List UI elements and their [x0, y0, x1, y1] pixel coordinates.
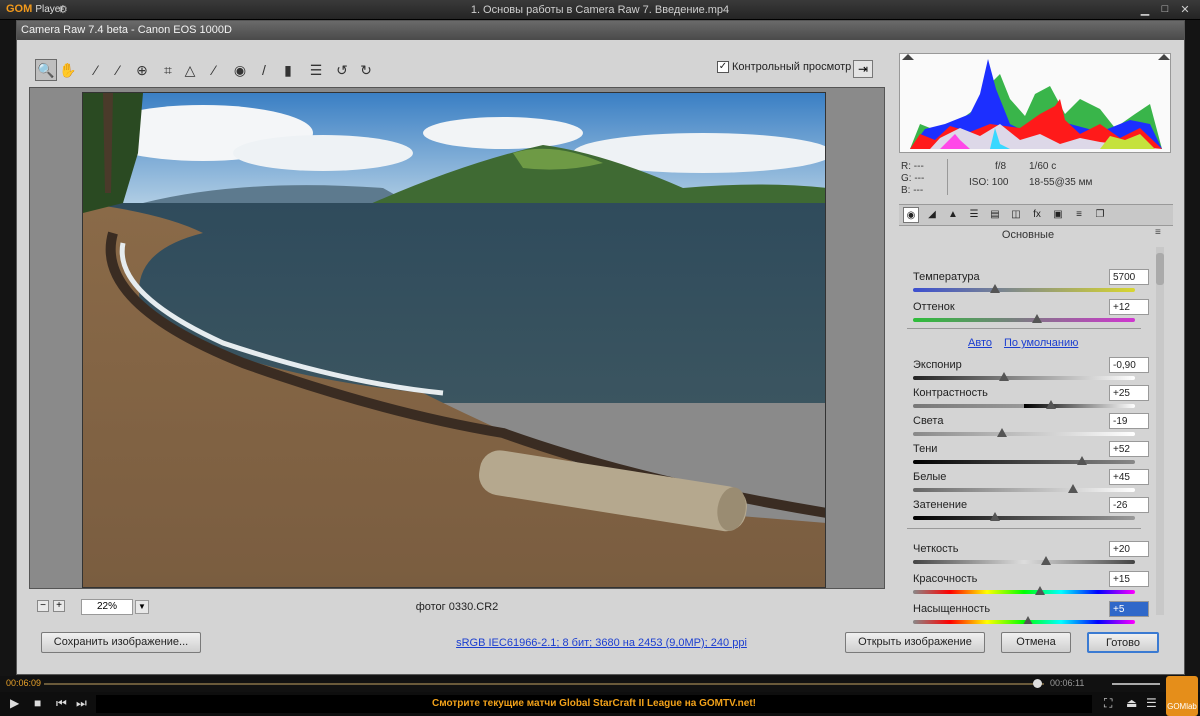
basic-tab-icon[interactable]: ◉ — [903, 207, 919, 223]
slider-knob[interactable] — [990, 512, 1001, 521]
split-toning-tab-icon[interactable]: ▤ — [987, 207, 1003, 223]
panel-tabs: ◉ ◢ ▲ ☰ ▤ ◫ fx ▣ ≡ ❐ — [899, 204, 1173, 226]
color-sampler-icon[interactable]: ⁄ — [107, 59, 129, 81]
default-link[interactable]: По умолчанию — [1004, 337, 1078, 349]
news-ticker[interactable]: Смотрите текущие матчи Global StarCraft … — [96, 695, 1092, 713]
lens-corrections-tab-icon[interactable]: ◫ — [1008, 207, 1024, 223]
slider-knob[interactable] — [1041, 556, 1052, 565]
next-icon[interactable]: ⏭ — [76, 696, 87, 711]
dialog-title: Camera Raw 7.4 beta - Canon EOS 1000D — [17, 21, 1184, 40]
auto-link[interactable]: Авто — [968, 337, 992, 349]
player-titlebar: GOM Player ⚙ 1. Основы работы в Camera R… — [0, 0, 1200, 20]
fx-tab-icon[interactable]: fx — [1029, 207, 1045, 223]
slider-knob[interactable] — [999, 372, 1010, 381]
tone-curve-tab-icon[interactable]: ◢ — [924, 207, 940, 223]
slider-temperature[interactable]: Температура 5700 — [913, 269, 1157, 297]
crop-tool-icon[interactable]: ⌗ — [157, 59, 179, 81]
preview-checkbox[interactable]: ✓ Контрольный просмотр — [717, 61, 851, 73]
eject-icon[interactable]: ⏏ — [1126, 696, 1137, 710]
slider-highlights[interactable]: Света -19 — [913, 413, 1157, 441]
slider-whites[interactable]: Белые +45 — [913, 469, 1157, 497]
previous-icon[interactable]: ⏮ — [56, 696, 67, 711]
spot-removal-icon[interactable]: ⁄ — [203, 59, 225, 81]
slider-knob[interactable] — [1032, 314, 1043, 323]
slider-tint[interactable]: Оттенок +12 — [913, 299, 1157, 327]
dialog-footer: Сохранить изображение... sRGB IEC61966-2… — [17, 624, 1184, 674]
photo-preview — [82, 92, 826, 588]
player-file-title: 1. Основы работы в Camera Raw 7. Введени… — [470, 4, 730, 16]
preview-statusbar: − + 22% ▼ фотог 0330.CR2 — [29, 596, 885, 618]
total-time: 00:06:11 — [1050, 678, 1085, 688]
maximize-icon[interactable]: □ — [1156, 3, 1174, 15]
image-filename: фотог 0330.CR2 — [415, 601, 499, 613]
playlist-icon[interactable]: ☰ — [1146, 696, 1157, 710]
presets-tab-icon[interactable]: ≡ — [1071, 207, 1087, 223]
cancel-button[interactable]: Отмена — [1001, 632, 1071, 653]
gom-player-window: GOM Player ⚙ 1. Основы работы в Camera R… — [0, 0, 1200, 716]
slider-knob[interactable] — [1034, 586, 1045, 595]
seek-bar[interactable]: 00:06:09 00:06:11 — [0, 676, 1200, 692]
rotate-ccw-icon[interactable]: ↺ — [331, 59, 353, 81]
minimize-icon[interactable]: ▁ — [1136, 3, 1154, 16]
gomlab-button[interactable]: GOMlab — [1166, 676, 1198, 716]
target-adjust-icon[interactable]: ⊕ — [131, 59, 153, 81]
image-canvas[interactable] — [29, 87, 885, 589]
rotate-cw-icon[interactable]: ↻ — [355, 59, 377, 81]
volume-bar[interactable] — [1112, 683, 1160, 685]
seek-knob[interactable] — [1033, 679, 1042, 688]
histogram — [899, 53, 1171, 153]
hand-tool-icon[interactable]: ✋ — [57, 59, 79, 81]
player-controls: ▶ ■ ⏮ ⏭ Смотрите текущие матчи Global St… — [0, 676, 1200, 716]
panel-title: Основные — [1001, 229, 1055, 241]
current-time: 00:06:09 — [6, 678, 42, 688]
panel-scrollbar[interactable] — [1156, 247, 1164, 615]
adjustment-brush-icon[interactable]: / — [253, 59, 275, 81]
panel-menu-icon[interactable]: ≡ — [1155, 227, 1161, 238]
slider-knob[interactable] — [990, 284, 1001, 293]
slider-blacks[interactable]: Затенение -26 — [913, 497, 1157, 525]
zoom-tool-icon[interactable]: 🔍 — [35, 59, 57, 81]
slider-knob[interactable] — [996, 428, 1007, 437]
stop-icon[interactable]: ■ — [34, 696, 41, 710]
play-icon[interactable]: ▶ — [10, 696, 19, 710]
red-eye-icon[interactable]: ◉ — [229, 59, 251, 81]
slider-shadows[interactable]: Тени +52 — [913, 441, 1157, 469]
adjustments-panel: R: --- G: --- B: --- f/8 1/60 с ISO: 100… — [893, 51, 1176, 625]
snapshots-tab-icon[interactable]: ❐ — [1092, 207, 1108, 223]
basic-sliders: Температура 5700 Оттенок +12 Авто По умолча… — [907, 243, 1157, 625]
slider-knob[interactable] — [1076, 456, 1087, 465]
fullscreen-toggle-icon[interactable]: ⇥ — [853, 60, 873, 78]
camera-info: R: --- G: --- B: --- f/8 1/60 с ISO: 100… — [901, 159, 1093, 196]
auto-default-links: Авто По умолчанию — [968, 337, 1090, 349]
slider-knob[interactable] — [1045, 400, 1056, 409]
checkbox-checked-icon[interactable]: ✓ — [717, 61, 729, 73]
close-icon[interactable]: ✕ — [1176, 3, 1194, 16]
slider-vibrance[interactable]: Красочность +15 — [913, 571, 1157, 599]
done-button[interactable]: Готово — [1087, 632, 1159, 653]
slider-knob[interactable] — [1067, 484, 1078, 493]
slider-contrast[interactable]: Контрастность +25 — [913, 385, 1157, 413]
camera-raw-dialog: Camera Raw 7.4 beta - Canon EOS 1000D 🔍 … — [16, 20, 1185, 675]
graduated-filter-icon[interactable]: ▮ — [277, 59, 299, 81]
white-balance-tool-icon[interactable]: ⁄ — [85, 59, 107, 81]
detail-tab-icon[interactable]: ▲ — [945, 207, 961, 223]
camera-calibration-tab-icon[interactable]: ▣ — [1050, 207, 1066, 223]
slider-exposure[interactable]: Экспонир -0,90 — [913, 357, 1157, 385]
seek-track[interactable] — [44, 683, 1044, 685]
fullscreen-icon[interactable]: ⛶ — [1104, 696, 1112, 711]
preferences-icon[interactable]: ☰ — [305, 59, 327, 81]
slider-clarity[interactable]: Четкость +20 — [913, 541, 1157, 569]
open-image-button[interactable]: Открыть изображение — [845, 632, 985, 653]
straighten-tool-icon[interactable]: △ — [179, 59, 201, 81]
hsl-tab-icon[interactable]: ☰ — [966, 207, 982, 223]
